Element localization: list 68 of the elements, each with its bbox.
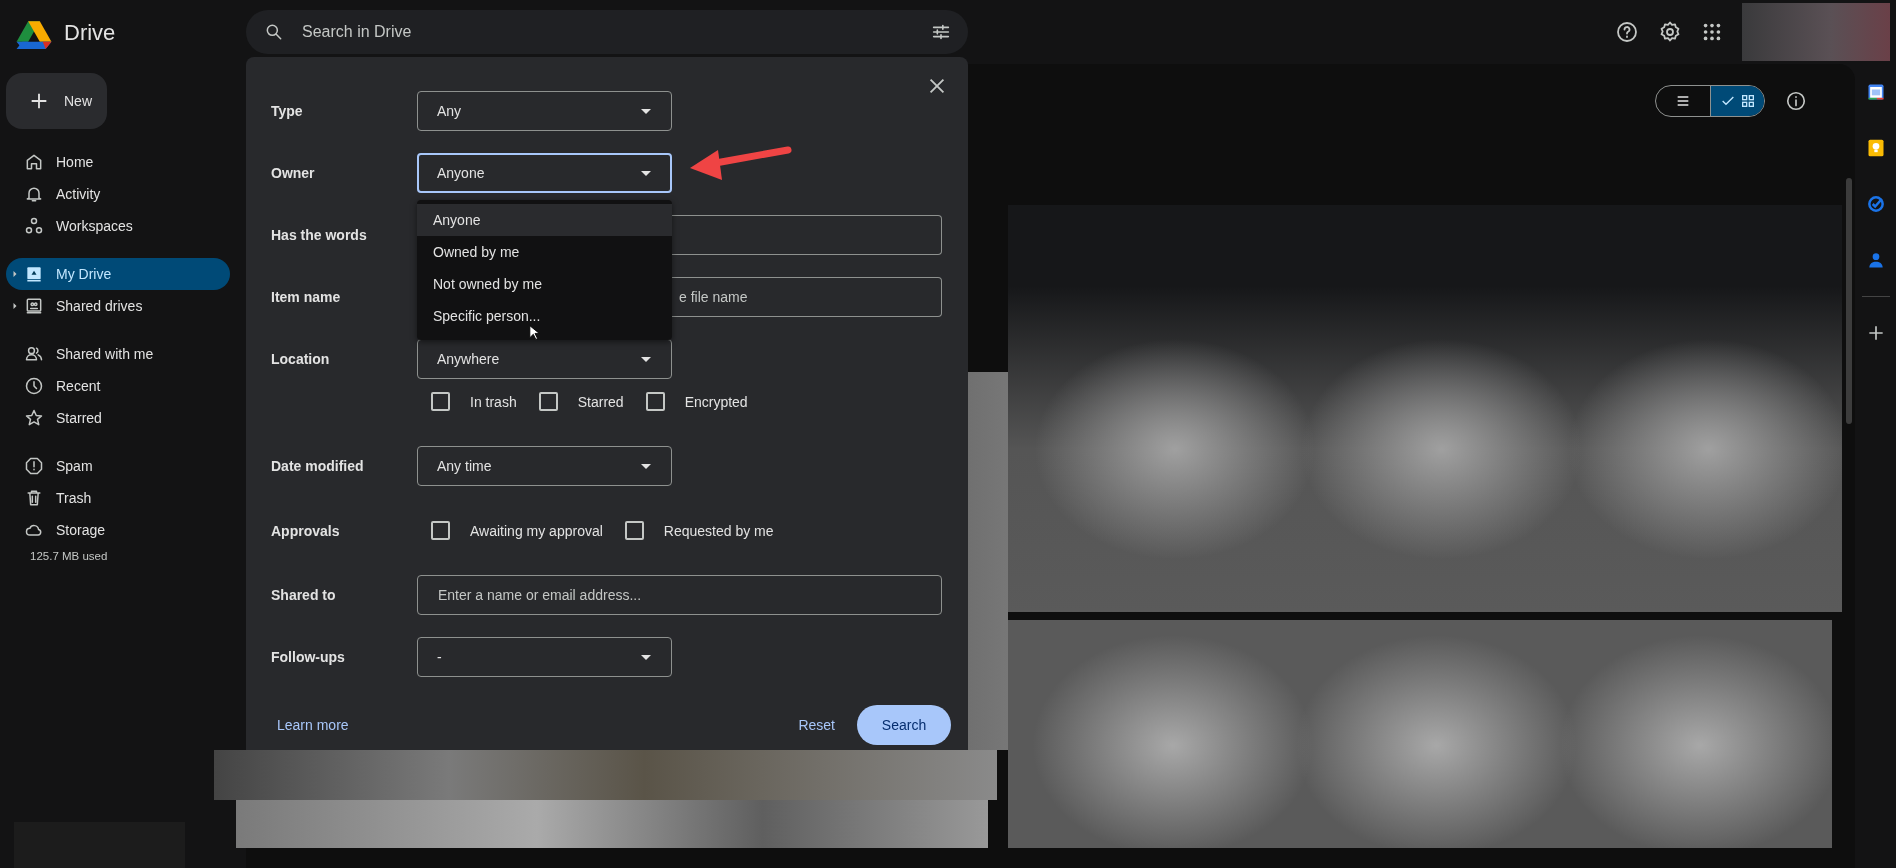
tasks-icon[interactable] [1865,194,1886,214]
view-toggle-button[interactable] [1710,86,1764,116]
field-label: Shared to [271,587,337,603]
menu-item[interactable]: Owned by me [417,236,672,268]
caret-icon [641,654,651,660]
list-icon [1675,93,1691,109]
field-label: Approvals [271,522,341,539]
sidebar-item[interactable]: Shared with me [6,338,230,370]
field-label: Has the words [271,227,368,243]
people-icon [24,344,44,364]
apps-grid-icon[interactable] [1701,21,1723,43]
info-icon[interactable] [1785,90,1807,112]
learn-more-link[interactable]: Learn more [277,717,349,733]
caret-icon [641,463,651,469]
sidebar-item[interactable]: Workspaces [6,210,230,242]
menu-item[interactable]: Anyone [417,204,672,236]
field-label: Item name [271,289,342,305]
field-label: Date modified [271,458,365,474]
checkbox[interactable]: In trash [431,392,517,411]
field-label: Location [271,351,331,367]
storage-usage: 125.7 MB used [30,550,109,562]
search-bar[interactable]: Search in Drive [246,10,968,54]
checkbox[interactable]: Requested by me [624,521,774,540]
dropdown-field[interactable]: Any time [417,446,672,486]
input-field[interactable]: Enter a name or email address... [417,575,942,615]
dropdown-field[interactable]: Anyone [417,153,672,193]
checkbox[interactable]: Starred [538,392,624,411]
sidebar-item[interactable]: Activity [6,178,230,210]
sidebar-item[interactable]: Home [6,146,230,178]
sidebar-item[interactable]: Storage [6,514,230,546]
checkbox[interactable]: Awaiting my approval [431,521,603,540]
caret-icon [641,356,651,362]
caret-icon [641,108,651,114]
cursor-icon [529,324,541,342]
reset-button[interactable]: Reset [798,709,835,741]
field-label: Follow-ups [271,649,346,665]
input-field[interactable]: e file name [672,277,942,317]
sidebar-item[interactable]: Trash [6,482,230,514]
star-icon [24,408,44,428]
clock-icon [24,376,44,396]
new-button[interactable]: New [6,73,107,129]
help-icon[interactable] [1615,20,1639,44]
sidebar-item[interactable]: My Drive [6,258,230,290]
app-name: Drive [64,20,116,46]
field-label: Type [271,103,304,119]
menu-item[interactable]: Specific person... [417,300,672,332]
sidebar-item[interactable]: Recent [6,370,230,402]
sidebar-item[interactable]: Shared drives [6,290,230,322]
search-icon [264,22,284,42]
drive-icon [24,264,44,284]
warning-icon [24,456,44,476]
home-icon [24,152,44,172]
shared-drive-icon [24,296,44,316]
circles-icon [24,216,44,236]
dropdown-field[interactable]: Any [417,91,672,131]
field-label: Owner [271,165,316,181]
dropdown-field[interactable]: - [417,637,672,677]
input-field[interactable] [672,215,942,255]
checkbox[interactable]: Encrypted [645,392,748,411]
sidebar-item[interactable]: Starred [6,402,230,434]
settings-icon[interactable] [1658,20,1682,44]
search-field[interactable]: Search in Drive [300,22,914,42]
menu-item[interactable]: Not owned by me [417,268,672,300]
search-button[interactable]: Search [857,705,951,745]
grid-icon [1739,93,1756,109]
caret-icon [641,170,651,176]
scrollbar[interactable] [1846,178,1852,424]
sidebar-item[interactable]: Spam [6,450,230,482]
